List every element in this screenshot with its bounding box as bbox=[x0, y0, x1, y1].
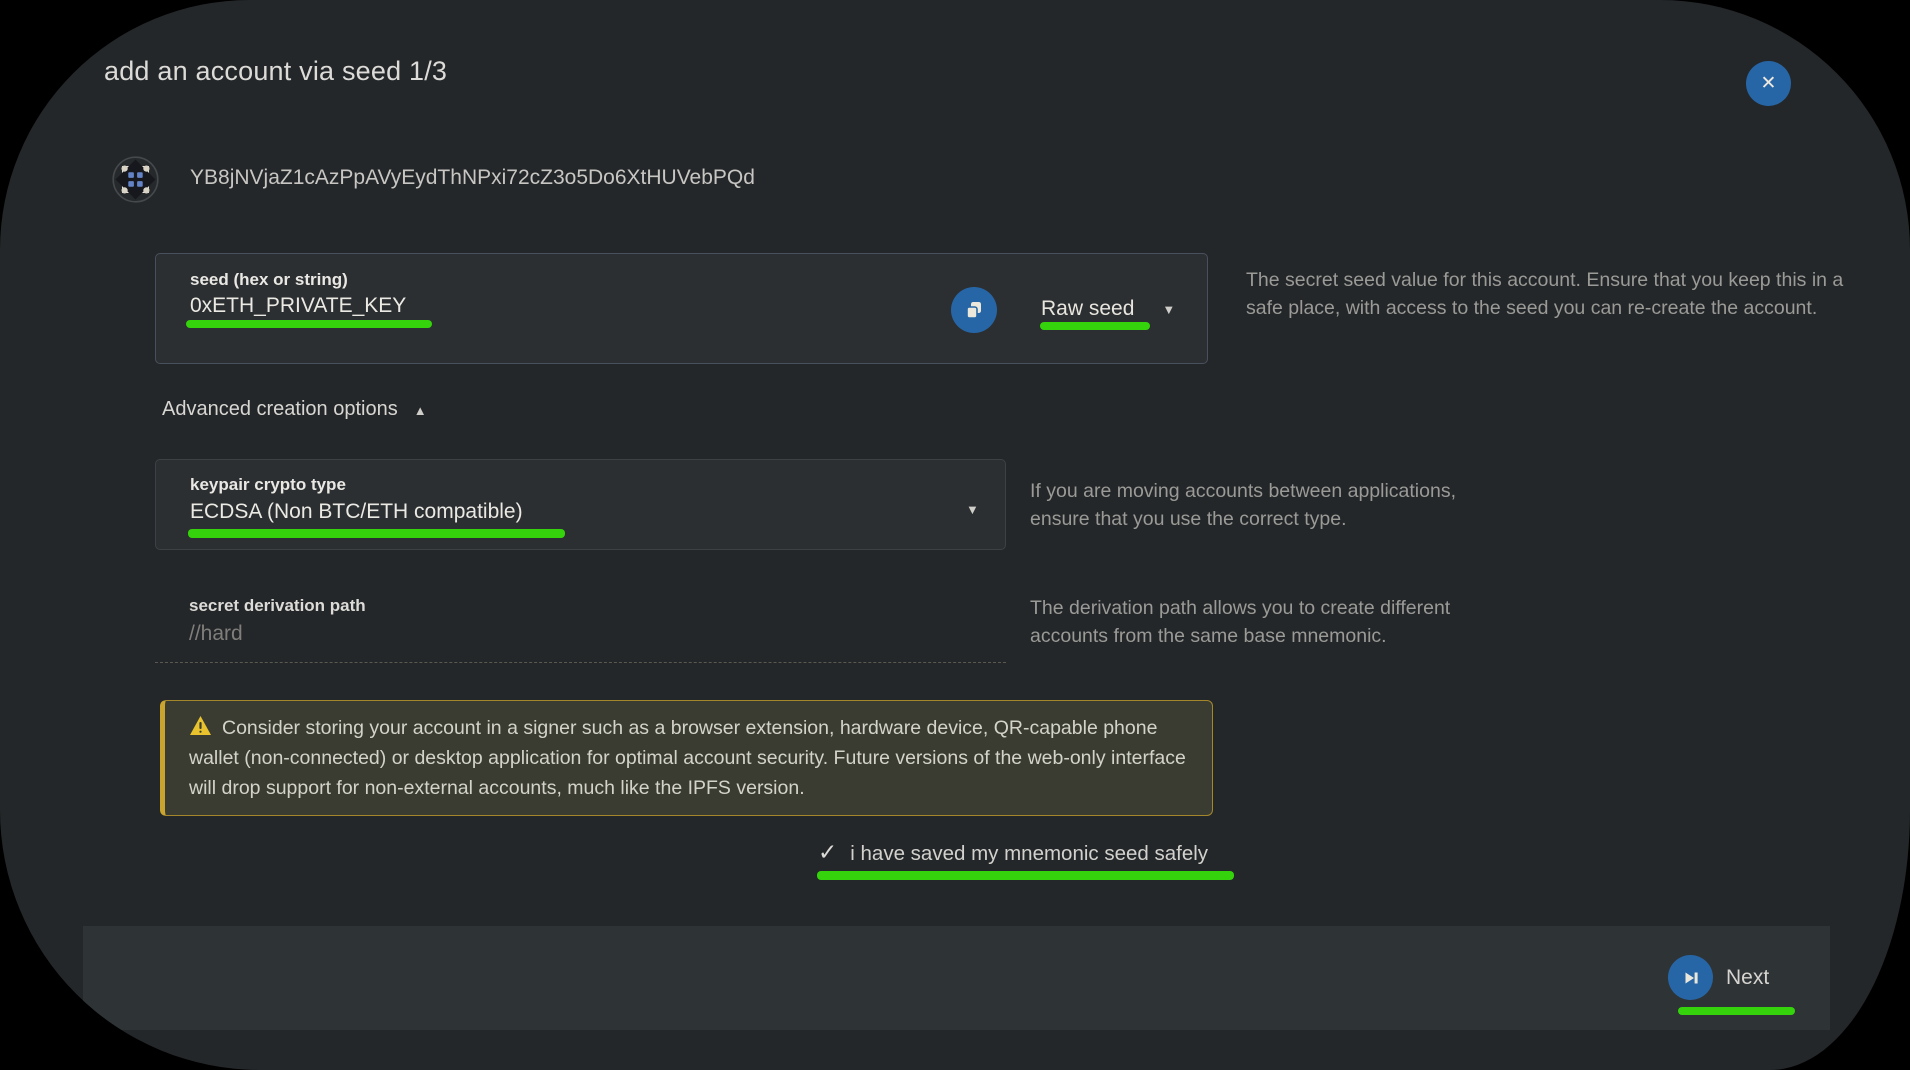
seed-label: seed (hex or string) bbox=[190, 270, 348, 290]
collapse-icon: ▲ bbox=[414, 401, 427, 418]
crypto-type-help-text: If you are moving accounts between appli… bbox=[1030, 477, 1510, 533]
mnemonic-saved-label: i have saved my mnemonic seed safely bbox=[850, 839, 1208, 866]
next-button[interactable]: Next bbox=[1668, 955, 1769, 1000]
seed-help-text: The secret seed value for this account. … bbox=[1246, 266, 1858, 322]
derivation-path-label: secret derivation path bbox=[189, 596, 366, 616]
chevron-down-icon: ▼ bbox=[966, 502, 979, 517]
seed-type-dropdown[interactable]: Raw seed ▼ bbox=[1041, 297, 1175, 321]
warning-icon bbox=[189, 715, 212, 745]
modal-footer bbox=[83, 926, 1830, 1030]
account-address: YB8jNVjaZ1cAzPpAVyEydThNPxi72cZ3o5Do6XtH… bbox=[190, 166, 755, 190]
advanced-options-label: Advanced creation options bbox=[162, 398, 398, 421]
account-identicon[interactable] bbox=[112, 156, 159, 203]
copy-icon bbox=[963, 299, 985, 321]
annotation-underline-next bbox=[1678, 1007, 1795, 1015]
annotation-underline-crypto bbox=[188, 529, 565, 538]
add-account-modal: add an account via seed 1/3 ✕ YB8jNVjaZ1… bbox=[0, 0, 1910, 1070]
close-icon: ✕ bbox=[1761, 72, 1777, 95]
crypto-type-label: keypair crypto type bbox=[190, 475, 346, 495]
step-forward-icon bbox=[1668, 955, 1713, 1000]
derivation-path-input[interactable]: secret derivation path //hard bbox=[155, 586, 1006, 663]
mnemonic-saved-checkbox[interactable]: ✓ i have saved my mnemonic seed safely bbox=[818, 839, 1208, 866]
check-icon: ✓ bbox=[818, 839, 837, 865]
seed-value[interactable]: 0xETH_PRIVATE_KEY bbox=[190, 294, 406, 318]
derivation-path-placeholder: //hard bbox=[189, 622, 243, 646]
seed-type-value: Raw seed bbox=[1041, 297, 1134, 321]
copy-seed-button[interactable] bbox=[951, 287, 997, 333]
annotation-underline-checkbox bbox=[817, 871, 1234, 880]
next-button-label: Next bbox=[1726, 966, 1769, 990]
derivation-help-text: The derivation path allows you to create… bbox=[1030, 594, 1530, 650]
seed-input[interactable]: seed (hex or string) 0xETH_PRIVATE_KEY R… bbox=[155, 253, 1208, 364]
security-warning-text: Consider storing your account in a signe… bbox=[189, 717, 1186, 799]
close-button[interactable]: ✕ bbox=[1746, 61, 1791, 106]
annotation-underline-seed bbox=[186, 320, 432, 328]
annotation-underline-seed-type bbox=[1040, 322, 1150, 330]
crypto-type-value: ECDSA (Non BTC/ETH compatible) bbox=[190, 500, 523, 524]
screenshot-stage: add an account via seed 1/3 ✕ YB8jNVjaZ1… bbox=[0, 0, 1910, 1070]
security-warning-banner: Consider storing your account in a signe… bbox=[160, 700, 1213, 816]
identicon-graphic bbox=[112, 156, 159, 203]
chevron-down-icon: ▼ bbox=[1162, 302, 1175, 317]
modal-title: add an account via seed 1/3 bbox=[104, 56, 447, 87]
advanced-options-toggle[interactable]: Advanced creation options ▲ bbox=[162, 398, 427, 421]
